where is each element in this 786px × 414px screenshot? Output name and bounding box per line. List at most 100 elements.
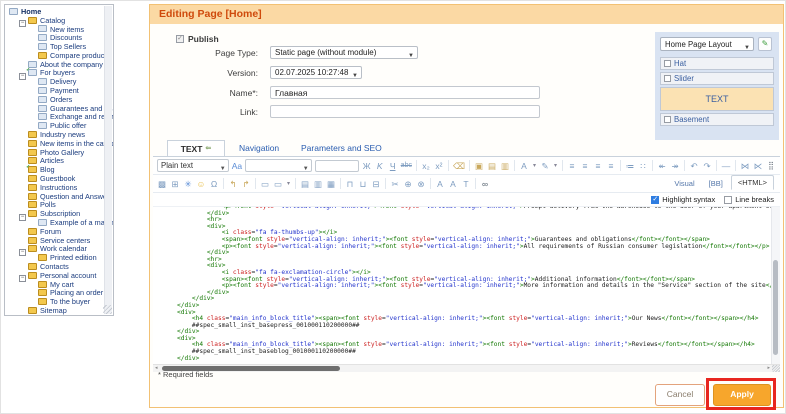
unordered-list-icon[interactable]: ∷ bbox=[638, 160, 648, 172]
tree-item-top-sellers[interactable]: Top Sellers bbox=[5, 42, 113, 51]
tree-item-instructions[interactable]: Instructions bbox=[5, 183, 113, 192]
table-cell-props-icon[interactable]: ▥ bbox=[313, 178, 323, 190]
div-menu-caret-icon[interactable]: ▾ bbox=[286, 178, 291, 190]
html-source-code[interactable]: <p><font style="vertical-align: inherit;… bbox=[153, 207, 780, 362]
tree-item-orders[interactable]: Orders bbox=[5, 95, 113, 104]
text-transform-icon[interactable]: Т bbox=[461, 178, 471, 190]
version-select[interactable]: 02.07.2025 10:27:48 ▼ bbox=[270, 66, 362, 79]
tree-item-compare-products[interactable]: Compare products bbox=[5, 51, 113, 60]
layout-block-text[interactable]: TEXT bbox=[660, 87, 774, 111]
block-checkbox[interactable] bbox=[664, 75, 671, 82]
text-color-caret-icon[interactable]: ▾ bbox=[532, 160, 537, 172]
copy-icon[interactable]: ⊕ bbox=[403, 178, 413, 190]
ordered-list-icon[interactable]: ≔ bbox=[625, 160, 635, 172]
scroll-right-icon[interactable]: ▸ bbox=[767, 365, 770, 371]
tree-item-work-calendar[interactable]: −Work calendar bbox=[5, 245, 113, 254]
publish-checkbox[interactable]: ✓ bbox=[176, 35, 184, 43]
tree-item-question-and-answer[interactable]: Question and Answer bbox=[5, 192, 113, 201]
delete-icon[interactable]: ⊗ bbox=[416, 178, 426, 190]
paste-icon[interactable]: ▣ bbox=[474, 160, 484, 172]
paste-text-icon[interactable]: ▤ bbox=[487, 160, 497, 172]
mode-tab-html[interactable]: <HTML> bbox=[731, 175, 774, 190]
subscript-icon[interactable]: x₂ bbox=[421, 160, 431, 172]
tree-item-guestbook[interactable]: Guestbook bbox=[5, 174, 113, 183]
collapse-node-icon[interactable]: − bbox=[19, 214, 26, 221]
layout-select[interactable]: Home Page Layout ▼ bbox=[660, 37, 754, 51]
mode-tab-bb[interactable]: [BB] bbox=[703, 177, 729, 190]
name-field[interactable] bbox=[270, 86, 540, 99]
highlight-color-caret-icon[interactable]: ▾ bbox=[553, 160, 558, 172]
div-container-icon[interactable]: ▭ bbox=[260, 178, 270, 190]
block-checkbox[interactable] bbox=[664, 60, 671, 67]
remove-format-icon[interactable]: ⌫ bbox=[453, 160, 465, 172]
tree-item-subscription[interactable]: −Subscription bbox=[5, 209, 113, 218]
special-character-icon[interactable]: Ω bbox=[209, 178, 219, 190]
page-type-select[interactable]: Static page (without module) ▼ bbox=[270, 46, 418, 59]
collapse-node-icon[interactable]: − bbox=[19, 249, 26, 256]
superscript-icon[interactable]: x² bbox=[434, 160, 444, 172]
editor-horizontal-scrollbar[interactable]: ◂ ▸ bbox=[153, 364, 780, 372]
tree-resize-grip[interactable] bbox=[103, 305, 112, 314]
strikethrough-icon[interactable]: abc bbox=[401, 160, 412, 172]
find-replace-icon[interactable]: ∞ bbox=[480, 178, 490, 190]
tree-item-payment[interactable]: Payment bbox=[5, 86, 113, 95]
row-above-icon[interactable]: ⊓ bbox=[345, 178, 355, 190]
paste-word-icon[interactable]: ▥ bbox=[500, 160, 510, 172]
bold-icon[interactable]: Ж bbox=[362, 160, 372, 172]
highlight-color-icon[interactable]: ✎ bbox=[540, 160, 550, 172]
tree-item-public-offer[interactable]: Public offer bbox=[5, 121, 113, 130]
tree-item-forum[interactable]: Forum bbox=[5, 227, 113, 236]
highlight-syntax-checkbox[interactable]: ✓ bbox=[651, 196, 659, 204]
line-breaks-checkbox[interactable] bbox=[724, 196, 732, 204]
cancel-button[interactable]: Cancel bbox=[655, 384, 705, 406]
row-below-icon[interactable]: ⊔ bbox=[358, 178, 368, 190]
page-properties-icon[interactable]: ✳ bbox=[183, 178, 193, 190]
tree-item-discounts[interactable]: Discounts bbox=[5, 33, 113, 42]
unlink-icon[interactable]: ⋉ bbox=[753, 160, 763, 172]
tree-item-photo-gallery[interactable]: Photo Gallery bbox=[5, 148, 113, 157]
layout-block-slider[interactable]: Slider bbox=[660, 72, 774, 85]
collapse-node-icon[interactable]: − bbox=[19, 20, 26, 27]
text-color-icon[interactable]: A bbox=[519, 160, 529, 172]
tree-item-new-items-in-the-catalogue[interactable]: New items in the catalogue bbox=[5, 139, 113, 148]
table-merge-icon[interactable]: ▦ bbox=[326, 178, 336, 190]
tree-item-blog[interactable]: ✓Blog bbox=[5, 165, 113, 174]
italic-icon[interactable]: K bbox=[375, 160, 385, 172]
align-center-icon[interactable]: ≡ bbox=[580, 160, 590, 172]
indent-icon[interactable]: ↠ bbox=[670, 160, 680, 172]
collapse-node-icon[interactable]: − bbox=[19, 275, 26, 282]
div-menu-icon[interactable]: ▭ bbox=[273, 178, 283, 190]
undo-icon[interactable]: ↶ bbox=[689, 160, 699, 172]
block-checkbox[interactable] bbox=[664, 116, 671, 123]
image-icon[interactable]: ▩ bbox=[157, 178, 167, 190]
tree-item-articles[interactable]: Articles bbox=[5, 157, 113, 166]
align-right-icon[interactable]: ≡ bbox=[593, 160, 603, 172]
tab-parameters-and-seo[interactable]: Parameters and SEO bbox=[301, 140, 382, 156]
align-justify-icon[interactable]: ≡ bbox=[606, 160, 616, 172]
layout-block-hat[interactable]: Hat bbox=[660, 57, 774, 70]
select-font-icon[interactable]: А bbox=[435, 178, 445, 190]
edit-layout-button[interactable]: ✎ bbox=[758, 37, 772, 51]
tree-item-exchange-and-return[interactable]: Exchange and return bbox=[5, 113, 113, 122]
mode-tab-visual[interactable]: Visual bbox=[668, 177, 700, 190]
tree-scrollbar[interactable] bbox=[104, 6, 112, 314]
underline-icon[interactable]: Ч bbox=[388, 160, 398, 172]
html-source-area[interactable]: <p><font style="vertical-align: inherit;… bbox=[153, 207, 780, 364]
align-left-icon[interactable]: ≡ bbox=[567, 160, 577, 172]
outdent-icon[interactable]: ↞ bbox=[657, 160, 667, 172]
tree-item-for-buyers[interactable]: −✓For buyers bbox=[5, 69, 113, 78]
table-row-props-icon[interactable]: ▤ bbox=[300, 178, 310, 190]
tree-item-industry-news[interactable]: Industry news bbox=[5, 130, 113, 139]
row-delete-icon[interactable]: ⊟ bbox=[371, 178, 381, 190]
clear-formatting-icon[interactable]: Aa bbox=[232, 160, 242, 172]
redo-step-icon[interactable]: ↱ bbox=[241, 178, 251, 190]
font-size-icon[interactable]: А bbox=[448, 178, 458, 190]
emoticon-icon[interactable]: ☺ bbox=[196, 178, 206, 190]
tree-item-personal-account[interactable]: −Personal account bbox=[5, 271, 113, 280]
tab-text[interactable]: TEXT⇐ bbox=[167, 140, 225, 156]
styles-select[interactable]: ▼ bbox=[245, 159, 312, 172]
collapse-node-icon[interactable]: − bbox=[19, 73, 26, 80]
vertical-scroll-thumb[interactable] bbox=[773, 260, 778, 354]
editor-vertical-scrollbar[interactable] bbox=[771, 207, 780, 364]
link-icon[interactable]: ⋈ bbox=[740, 160, 750, 172]
